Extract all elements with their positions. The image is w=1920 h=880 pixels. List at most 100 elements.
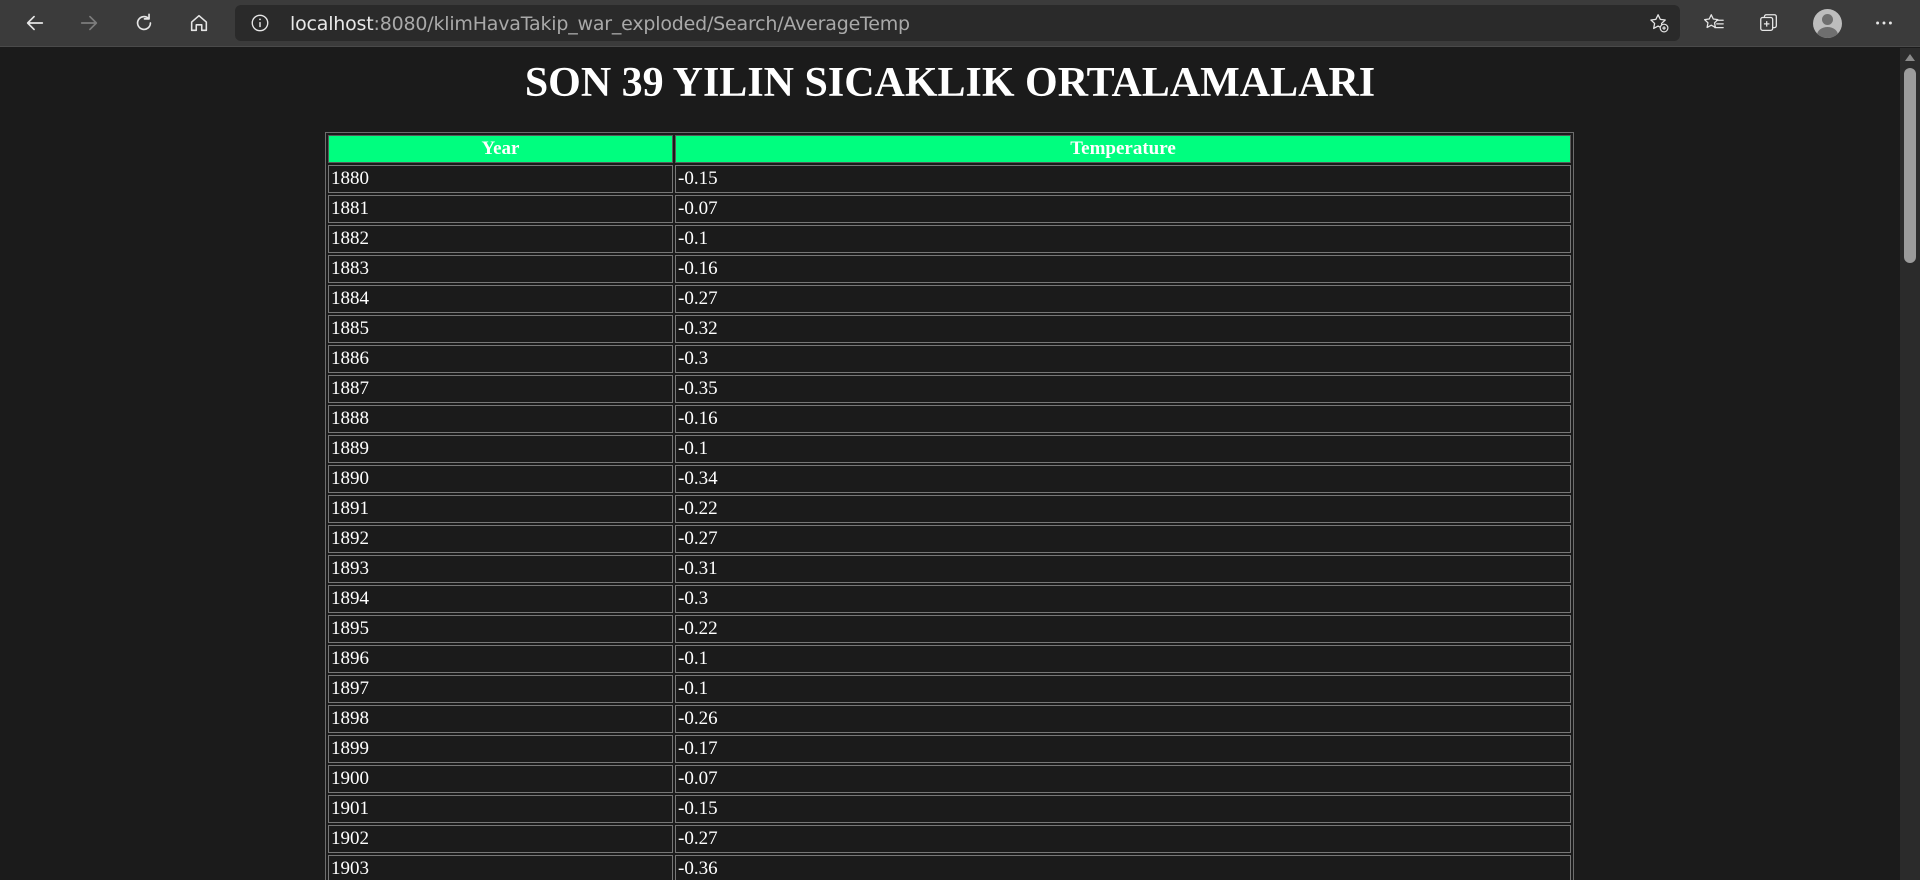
table-header-row: Year Temperature — [328, 135, 1571, 163]
year-cell: 1901 — [328, 795, 673, 823]
table-row: 1894 -0.3 — [328, 585, 1571, 613]
collections-icon — [1760, 14, 1777, 31]
temperature-cell: -0.1 — [675, 225, 1571, 253]
info-icon[interactable] — [249, 12, 271, 34]
page-title: SON 39 YILIN SICAKLIK ORTALAMALARI — [524, 60, 1376, 106]
year-cell: 1880 — [328, 165, 673, 193]
temperature-cell: -0.16 — [675, 255, 1571, 283]
temperature-cell: -0.27 — [675, 525, 1571, 553]
year-cell: 1896 — [328, 645, 673, 673]
table-row: 1899 -0.17 — [328, 735, 1571, 763]
star-add-icon — [1650, 14, 1669, 33]
table-row: 1883 -0.16 — [328, 255, 1571, 283]
temperature-cell: -0.34 — [675, 465, 1571, 493]
table-row: 1882 -0.1 — [328, 225, 1571, 253]
temperature-cell: -0.32 — [675, 315, 1571, 343]
table-row: 1895 -0.22 — [328, 615, 1571, 643]
column-header-temperature: Temperature — [675, 135, 1571, 163]
year-cell: 1890 — [328, 465, 673, 493]
year-cell: 1903 — [328, 855, 673, 880]
back-button[interactable] — [17, 6, 53, 40]
table-row: 1898 -0.26 — [328, 705, 1571, 733]
table-row: 1890 -0.34 — [328, 465, 1571, 493]
year-cell: 1884 — [328, 285, 673, 313]
forward-arrow-icon — [80, 15, 98, 31]
url-host: localhost — [290, 13, 374, 35]
temperature-table: Year Temperature 1880 -0.15 1881 -0.07 1882-… — [325, 132, 1574, 880]
table-row: 1892 -0.27 — [328, 525, 1571, 553]
temperature-cell: -0.17 — [675, 735, 1571, 763]
table-row: 1900 -0.07 — [328, 765, 1571, 793]
temperature-cell: -0.1 — [675, 675, 1571, 703]
scroll-up-arrow-icon[interactable] — [1905, 54, 1915, 61]
table-row: 1880 -0.15 — [328, 165, 1571, 193]
temperature-cell: -0.22 — [675, 495, 1571, 523]
temperature-cell: -0.15 — [675, 795, 1571, 823]
avatar-body — [1817, 27, 1838, 38]
temperature-cell: -0.07 — [675, 195, 1571, 223]
table-row: 1881 -0.07 — [328, 195, 1571, 223]
temperature-cell: -0.07 — [675, 765, 1571, 793]
home-button[interactable] — [181, 6, 217, 40]
url-text[interactable]: localhost:8080/klimHavaTakip_war_explode… — [290, 13, 910, 35]
table-row: 1897 -0.1 — [328, 675, 1571, 703]
year-cell: 1883 — [328, 255, 673, 283]
table-row: 1903 -0.36 — [328, 855, 1571, 880]
temperature-cell: -0.3 — [675, 585, 1571, 613]
address-bar[interactable]: localhost:8080/klimHavaTakip_war_explode… — [235, 5, 1680, 41]
year-cell: 1902 — [328, 825, 673, 853]
year-cell: 1888 — [328, 405, 673, 433]
table-row: 1893 -0.31 — [328, 555, 1571, 583]
temperature-cell: -0.26 — [675, 705, 1571, 733]
table-row: 1901 -0.15 — [328, 795, 1571, 823]
table-body: 1880 -0.15 1881 -0.07 1882 -0.1 1883 -0.16 1884-… — [328, 165, 1571, 880]
year-cell: 1895 — [328, 615, 673, 643]
year-cell: 1899 — [328, 735, 673, 763]
page-scrollbar[interactable] — [1900, 48, 1920, 880]
year-cell: 1881 — [328, 195, 673, 223]
collections-button[interactable] — [1751, 6, 1787, 40]
favorites-list-icon — [1704, 14, 1724, 29]
temperature-cell: -0.35 — [675, 375, 1571, 403]
year-cell: 1891 — [328, 495, 673, 523]
table-row: 1891 -0.22 — [328, 495, 1571, 523]
year-cell: 1894 — [328, 585, 673, 613]
temperature-cell: -0.31 — [675, 555, 1571, 583]
temperature-cell: -0.1 — [675, 435, 1571, 463]
year-cell: 1887 — [328, 375, 673, 403]
temperature-cell: -0.27 — [675, 825, 1571, 853]
browser-toolbar: localhost:8080/klimHavaTakip_war_explode… — [0, 0, 1920, 47]
table-row: 1888 -0.16 — [328, 405, 1571, 433]
refresh-icon — [136, 13, 152, 31]
temperature-cell: -0.22 — [675, 615, 1571, 643]
back-arrow-icon — [26, 15, 44, 31]
add-favorite-button[interactable] — [1646, 11, 1672, 35]
table-row: 1885 -0.32 — [328, 315, 1571, 343]
forward-button[interactable] — [71, 6, 107, 40]
year-cell: 1885 — [328, 315, 673, 343]
column-header-year: Year — [328, 135, 673, 163]
year-cell: 1882 — [328, 225, 673, 253]
more-menu-button[interactable] — [1866, 6, 1902, 40]
more-icon — [1876, 21, 1892, 25]
temperature-cell: -0.15 — [675, 165, 1571, 193]
refresh-button[interactable] — [126, 6, 162, 40]
temperature-cell: -0.16 — [675, 405, 1571, 433]
year-cell: 1893 — [328, 555, 673, 583]
avatar[interactable] — [1813, 9, 1842, 38]
avatar-head — [1822, 14, 1833, 25]
year-cell: 1900 — [328, 765, 673, 793]
year-cell: 1892 — [328, 525, 673, 553]
table-row: 1884 -0.27 — [328, 285, 1571, 313]
table-row: 1887 -0.35 — [328, 375, 1571, 403]
url-path: :8080/klimHavaTakip_war_exploded/Search/… — [373, 13, 911, 35]
temperature-cell: -0.36 — [675, 855, 1571, 880]
table-row: 1902 -0.27 — [328, 825, 1571, 853]
favorites-button[interactable] — [1696, 6, 1732, 40]
temperature-cell: -0.1 — [675, 645, 1571, 673]
table-row: 1896 -0.1 — [328, 645, 1571, 673]
scroll-thumb[interactable] — [1904, 68, 1916, 263]
page-content: SON 39 YILIN SICAKLIK ORTALAMALARI Year … — [0, 48, 1900, 880]
temperature-cell: -0.27 — [675, 285, 1571, 313]
table-row: 1886 -0.3 — [328, 345, 1571, 373]
